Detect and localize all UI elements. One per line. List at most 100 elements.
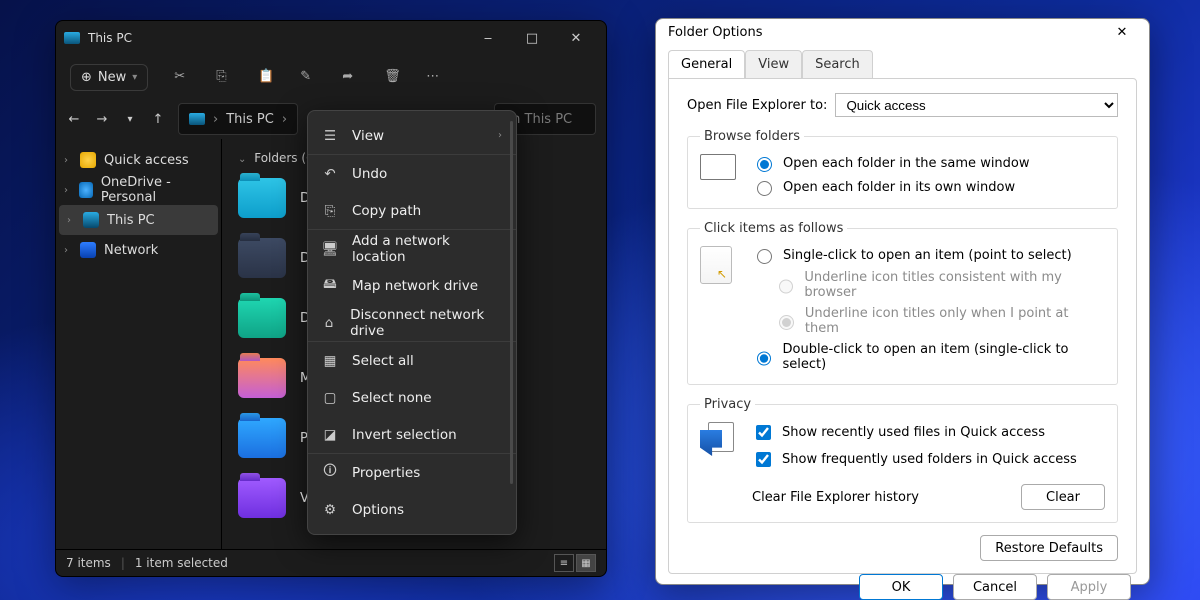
open-to-select[interactable]: Quick access <box>835 93 1118 117</box>
radio-input[interactable] <box>757 157 772 172</box>
menu-item-view[interactable]: ☰ View › <box>308 117 516 154</box>
sidebar-item-onedrive[interactable]: › OneDrive - Personal <box>56 175 221 205</box>
new-button-label: New <box>98 70 126 85</box>
restore-defaults-button[interactable]: Restore Defaults <box>980 535 1118 561</box>
title-bar[interactable]: This PC ‒ □ ✕ <box>56 21 606 55</box>
cut-icon[interactable]: ✂ <box>174 69 190 85</box>
this-pc-icon <box>189 113 205 125</box>
delete-icon[interactable]: 🗑 <box>384 69 400 85</box>
menu-item-disconnect-network-drive[interactable]: ⌂ Disconnect network drive <box>308 304 516 341</box>
menu-item-label: Select none <box>352 390 432 406</box>
paste-icon[interactable]: 📋 <box>258 69 274 85</box>
sidebar-item-network[interactable]: › Network <box>56 235 221 265</box>
click-items-legend: Click items as follows <box>700 221 847 236</box>
cancel-button[interactable]: Cancel <box>953 574 1037 600</box>
tab-search[interactable]: Search <box>802 50 873 79</box>
folder-icon <box>238 238 286 278</box>
menu-item-invert-selection[interactable]: ◪ Invert selection <box>308 416 516 453</box>
chevron-right-icon[interactable]: › <box>64 245 72 256</box>
apply-button[interactable]: Apply <box>1047 574 1131 600</box>
radio-same-window[interactable]: Open each folder in the same window <box>752 154 1105 172</box>
sidebar-item-label: This PC <box>107 213 155 228</box>
menu-item-label: Invert selection <box>352 427 457 443</box>
chevron-right-icon[interactable]: › <box>64 185 71 196</box>
breadcrumb-separator: › <box>213 112 218 127</box>
network-location-icon: 🖥 <box>322 241 338 257</box>
menu-item-options[interactable]: ⚙ Options <box>308 491 516 528</box>
clear-history-row: Clear File Explorer history Clear <box>752 484 1105 510</box>
browse-folders-legend: Browse folders <box>700 129 804 144</box>
check-label: Show frequently used folders in Quick ac… <box>782 452 1077 467</box>
recent-button[interactable]: ▾ <box>122 114 138 125</box>
chevron-right-icon: › <box>498 130 502 141</box>
check-frequent-folders[interactable]: Show frequently used folders in Quick ac… <box>752 449 1105 470</box>
menu-item-select-all[interactable]: ▦ Select all <box>308 341 516 379</box>
checkbox-input[interactable] <box>756 425 771 440</box>
tab-view[interactable]: View <box>745 50 802 79</box>
close-button[interactable]: ✕ <box>554 23 598 53</box>
check-recent-files[interactable]: Show recently used files in Quick access <box>752 422 1105 443</box>
radio-input <box>779 315 794 330</box>
close-button[interactable]: ✕ <box>1107 19 1137 45</box>
menu-item-map-network-drive[interactable]: 🖴 Map network drive <box>308 267 516 304</box>
radio-underline-browser: Underline icon titles consistent with my… <box>774 270 1105 300</box>
this-pc-icon <box>64 32 80 44</box>
rename-icon[interactable]: ✎ <box>300 69 316 85</box>
ok-button[interactable]: OK <box>859 574 943 600</box>
window-title: This PC <box>88 31 466 45</box>
sidebar-item-quick-access[interactable]: › Quick access <box>56 145 221 175</box>
radio-underline-point: Underline icon titles only when I point … <box>774 306 1105 336</box>
invert-selection-icon: ◪ <box>322 427 338 443</box>
dialog-title-bar[interactable]: Folder Options ✕ <box>656 19 1149 45</box>
view-icon: ☰ <box>322 128 338 144</box>
menu-item-undo[interactable]: ↶ Undo <box>308 154 516 192</box>
menu-item-add-network-location[interactable]: 🖥 Add a network location <box>308 229 516 267</box>
forward-button[interactable]: → <box>94 112 110 127</box>
maximize-button[interactable]: □ <box>510 23 554 53</box>
dialog-body: Open File Explorer to: Quick access Brow… <box>668 78 1137 574</box>
scrollbar[interactable] <box>510 121 513 484</box>
status-item-count: 7 items <box>66 556 111 570</box>
menu-item-label: Undo <box>352 166 387 182</box>
browse-folders-group: Browse folders Open each folder in the s… <box>687 129 1118 209</box>
open-to-row: Open File Explorer to: Quick access <box>687 93 1118 117</box>
menu-item-select-none[interactable]: ▢ Select none <box>308 379 516 416</box>
copy-icon[interactable]: ⎘ <box>216 69 232 85</box>
chevron-right-icon[interactable]: › <box>64 155 72 166</box>
radio-input[interactable] <box>757 181 772 196</box>
checkbox-input[interactable] <box>756 452 771 467</box>
menu-item-label: Properties <box>352 465 420 481</box>
breadcrumb[interactable]: This PC <box>226 112 274 127</box>
sidebar-item-this-pc[interactable]: › This PC <box>59 205 218 235</box>
sidebar-item-label: OneDrive - Personal <box>101 175 213 205</box>
view-toggle: ≡ ▦ <box>554 554 596 572</box>
new-button[interactable]: ⊕ New ▾ <box>70 64 148 91</box>
privacy-icon <box>700 422 738 452</box>
back-button[interactable]: ← <box>66 112 82 127</box>
radio-double-click[interactable]: Double-click to open an item (single-cli… <box>752 342 1105 372</box>
share-icon[interactable]: ➦ <box>342 69 358 85</box>
menu-item-copy-path[interactable]: ⎘ Copy path <box>308 192 516 229</box>
more-icon[interactable]: ⋯ <box>426 69 442 85</box>
chevron-right-icon[interactable]: › <box>67 215 75 226</box>
tab-general[interactable]: General <box>668 50 745 79</box>
up-button[interactable]: ↑ <box>150 112 166 127</box>
folder-options-dialog: Folder Options ✕ General View Search Ope… <box>655 18 1150 585</box>
restore-row: Restore Defaults <box>687 535 1118 561</box>
menu-item-label: Add a network location <box>352 233 502 265</box>
radio-own-window[interactable]: Open each folder in its own window <box>752 178 1105 196</box>
clear-button[interactable]: Clear <box>1021 484 1105 510</box>
radio-input[interactable] <box>757 249 772 264</box>
menu-item-properties[interactable]: 🛈 Properties <box>308 453 516 491</box>
address-bar[interactable]: › This PC › <box>178 103 298 135</box>
radio-input[interactable] <box>757 351 771 366</box>
radio-single-click[interactable]: Single-click to open an item (point to s… <box>752 246 1105 264</box>
folder-icon <box>238 358 286 398</box>
sidebar-item-label: Quick access <box>104 153 189 168</box>
select-none-icon: ▢ <box>322 390 338 406</box>
tiles-view-button[interactable]: ▦ <box>576 554 596 572</box>
chevron-down-icon: ▾ <box>132 72 137 83</box>
select-all-icon: ▦ <box>322 353 338 369</box>
minimize-button[interactable]: ‒ <box>466 23 510 53</box>
details-view-button[interactable]: ≡ <box>554 554 574 572</box>
